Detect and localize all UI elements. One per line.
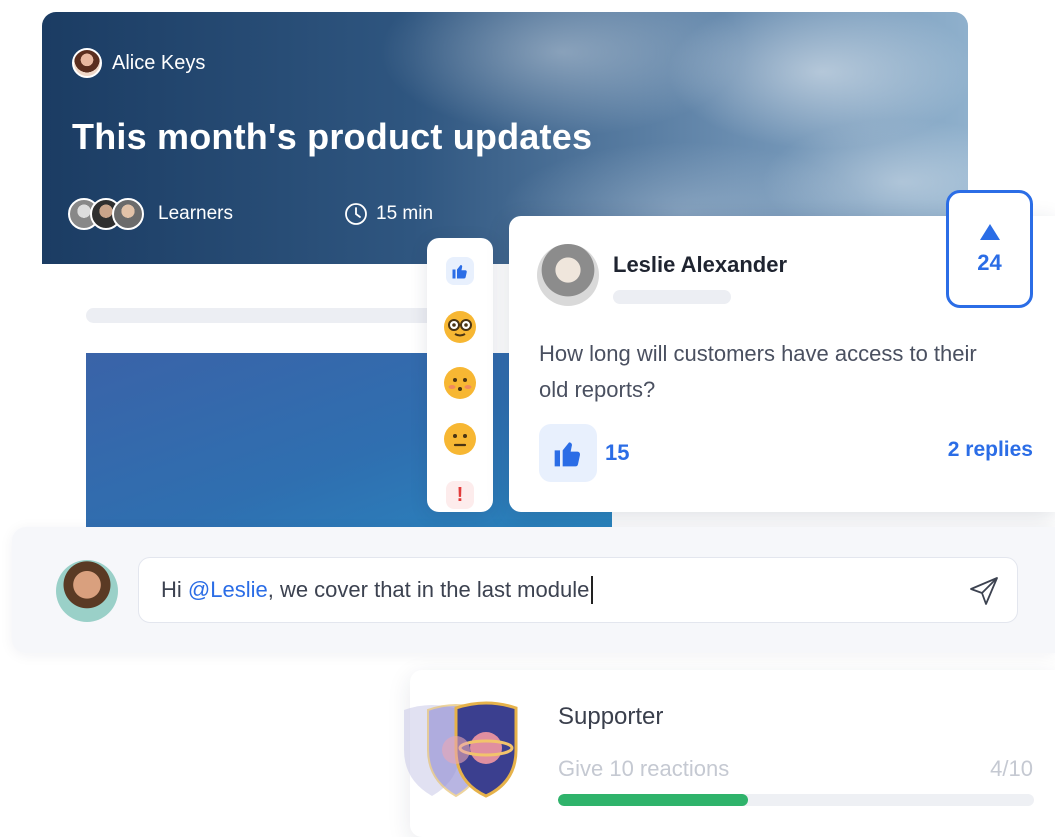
author-avatar	[72, 48, 102, 78]
nerd-glasses-emoji	[444, 311, 476, 343]
text-placeholder	[86, 308, 446, 323]
author-name: Alice Keys	[112, 51, 206, 74]
commenter-meta-placeholder	[613, 290, 731, 304]
reply-input[interactable]: Hi @Leslie, we cover that in the last mo…	[138, 557, 1018, 623]
thumbs-up-icon	[452, 264, 467, 279]
blush-reaction[interactable]	[443, 366, 477, 400]
mention-tag[interactable]: @Leslie	[188, 577, 268, 603]
audience-label: Learners	[158, 203, 233, 224]
commenter-avatar	[537, 244, 599, 306]
alert-reaction[interactable]: !	[443, 478, 477, 512]
triangle-up-icon	[979, 224, 1000, 240]
upvote-count: 24	[977, 250, 1002, 275]
like-button[interactable]	[539, 424, 597, 482]
reaction-picker: !	[427, 238, 493, 512]
achievement-title: Supporter	[558, 703, 664, 730]
duration-label: 15 min	[376, 203, 434, 224]
author-row: Alice Keys	[72, 48, 205, 78]
duration-row: 15 min	[344, 202, 433, 226]
reply-text-prefix: Hi	[161, 577, 188, 602]
achievement-progress-bar	[558, 794, 1034, 806]
progress-bar-fill	[558, 794, 749, 806]
reply-text-suffix: , we cover that in the last module	[267, 577, 590, 602]
text-caret	[591, 576, 594, 604]
replies-link[interactable]: 2 replies	[948, 438, 1033, 462]
clock-icon	[345, 203, 367, 225]
blushing-emoji	[444, 367, 476, 399]
current-user-avatar	[56, 560, 118, 622]
achievement-description: Give 10 reactions	[558, 756, 730, 781]
neutral-reaction[interactable]	[443, 422, 477, 456]
course-title: This month's product updates	[72, 116, 593, 157]
thumbs-up-icon	[554, 442, 581, 467]
like-count: 15	[605, 440, 630, 465]
achievement-progress-label: 4/10	[990, 756, 1033, 781]
neutral-face-emoji	[444, 423, 476, 455]
nerd-reaction[interactable]	[443, 310, 477, 344]
upvote-button[interactable]: 24	[946, 190, 1033, 308]
planet-shield-badge-icon	[404, 701, 518, 798]
learner-avatar-stack	[68, 198, 144, 230]
exclamation-icon: !	[446, 481, 474, 509]
commenter-name: Leslie Alexander	[613, 252, 788, 277]
send-icon[interactable]	[967, 574, 1001, 608]
thumbs-up-reaction[interactable]	[443, 254, 477, 288]
audience-row: Learners	[68, 198, 233, 230]
comment-text: How long will customers have access to t…	[539, 341, 977, 402]
